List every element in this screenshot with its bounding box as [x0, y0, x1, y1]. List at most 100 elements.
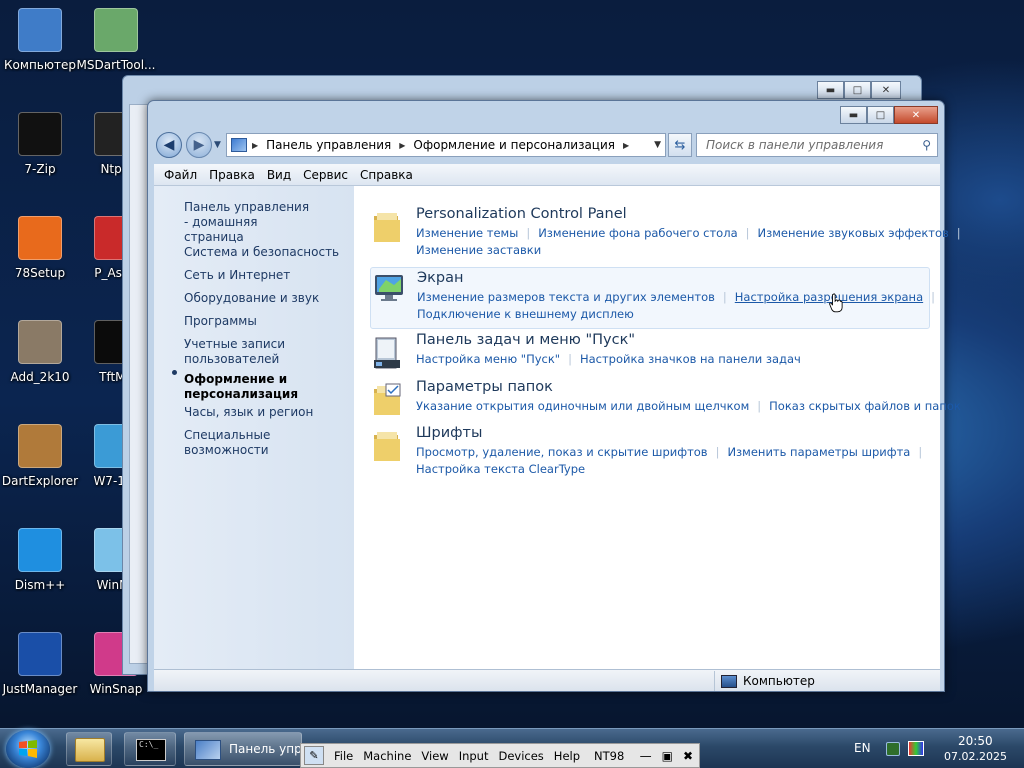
nav-network-internet[interactable]: Сеть и Интернет: [184, 268, 290, 283]
link-separator: |: [757, 399, 762, 413]
desktop-icon[interactable]: 78Setup: [0, 208, 80, 304]
link-customize-start-menu[interactable]: Настройка меню "Пуск": [416, 352, 560, 366]
link-single-double-click[interactable]: Указание открытия одиночным или двойным …: [416, 399, 749, 413]
category-links: Указание открытия одиночным или двойным …: [416, 399, 961, 413]
nav-user-accounts[interactable]: Учетные записи пользователей: [184, 337, 294, 367]
link-separator: |: [956, 226, 961, 240]
breadcrumb-appearance[interactable]: Оформление и персонализация: [413, 138, 615, 152]
link-change-sounds[interactable]: Изменение звуковых эффектов: [758, 226, 949, 240]
nav-programs[interactable]: Программы: [184, 314, 257, 329]
refresh-button[interactable]: ⇆: [668, 133, 692, 157]
breadcrumb-control-panel[interactable]: Панель управления: [266, 138, 391, 152]
address-bar[interactable]: ▶ Панель управления ▶ Оформление и персо…: [226, 133, 666, 157]
desktop-icon[interactable]: Dism++: [0, 520, 80, 616]
display-tray-icon[interactable]: [908, 741, 924, 756]
link-show-hidden-files[interactable]: Показ скрытых файлов и папок: [769, 399, 961, 413]
nav-ease-of-access[interactable]: Специальные возможности: [184, 428, 354, 458]
desktop: Компьютер MSDartTool... 7-Zip Ntpw 78Setup P_…: [0, 0, 1024, 728]
category-title[interactable]: Шрифты: [416, 425, 482, 441]
clock-date[interactable]: 07.02.2025: [944, 750, 1007, 763]
forward-button[interactable]: ▶: [186, 132, 212, 158]
link-preview-fonts[interactable]: Просмотр, удаление, показ и скрытие шриф…: [416, 445, 708, 459]
search-placeholder: Поиск в панели управления: [706, 138, 884, 152]
taskbar-control-panel-button[interactable]: Панель упра: [184, 732, 302, 766]
hand-cursor-icon: [829, 293, 843, 313]
link-separator: |: [722, 290, 727, 304]
menu-help[interactable]: Справка: [354, 168, 419, 182]
breadcrumb-separator-icon: ▶: [252, 140, 259, 150]
link-customize-taskbar-icons[interactable]: Настройка значков на панели задач: [580, 352, 801, 366]
taskbar-cmd-button[interactable]: C:\_: [124, 732, 176, 766]
vm-menu-file[interactable]: File: [334, 749, 353, 763]
category-title[interactable]: Параметры папок: [416, 379, 553, 395]
vm-menu-input[interactable]: Input: [459, 749, 489, 763]
menu-edit[interactable]: Правка: [203, 168, 261, 182]
nav-hardware-sound[interactable]: Оборудование и звук: [184, 291, 319, 306]
pin-icon[interactable]: ✎: [304, 746, 324, 765]
address-dropdown-icon[interactable]: ▼: [654, 140, 661, 150]
computer-icon: [721, 674, 737, 688]
cmd-icon: C:\_: [136, 739, 166, 761]
taskbar-explorer-button[interactable]: [66, 732, 112, 766]
vm-name: NT98: [594, 748, 625, 763]
link-change-background[interactable]: Изменение фона рабочего стола: [538, 226, 737, 240]
clock-time[interactable]: 20:50: [958, 734, 993, 748]
category-title[interactable]: Экран: [417, 270, 463, 286]
desktop-icon-label: MSDartTool...: [76, 58, 156, 72]
desktop-icon[interactable]: Add_2k10: [0, 312, 80, 408]
address-toolbar: ◀ ▶ ▼ ▶ Панель управления ▶ Оформление и…: [154, 128, 938, 162]
vm-menu-help[interactable]: Help: [554, 749, 580, 763]
link-change-screensaver[interactable]: Изменение заставки: [416, 243, 541, 257]
desktop-icon[interactable]: JustManager: [0, 624, 80, 720]
vm-menu-view[interactable]: View: [421, 749, 448, 763]
minimize-icon[interactable]: ▬: [817, 81, 844, 99]
category-title[interactable]: Personalization Control Panel: [416, 206, 627, 222]
background-window-controls: ▬ □ ✕: [817, 81, 901, 99]
category-links: Настройка текста ClearType: [416, 462, 585, 476]
menu-tools[interactable]: Сервис: [297, 168, 354, 182]
link-separator: |: [526, 226, 531, 240]
vm-menu-devices[interactable]: Devices: [498, 749, 543, 763]
vm-menu-machine[interactable]: Machine: [363, 749, 411, 763]
vm-minimize-icon[interactable]: —: [640, 749, 652, 763]
desktop-icon[interactable]: DartExplorer: [0, 416, 80, 512]
search-icon[interactable]: ⚲: [922, 134, 931, 156]
link-change-theme[interactable]: Изменение темы: [416, 226, 518, 240]
refresh-icon: ⇆: [674, 137, 686, 153]
desktop-icon[interactable]: 7-Zip: [0, 104, 80, 200]
maximize-icon[interactable]: □: [844, 81, 871, 99]
link-separator: |: [931, 290, 936, 304]
close-icon[interactable]: ✕: [871, 81, 901, 99]
nav-clock-language-region[interactable]: Часы, язык и регион: [184, 405, 313, 420]
link-connect-external-display[interactable]: Подключение к внешнему дисплею: [417, 307, 634, 321]
link-separator: |: [568, 352, 572, 366]
link-separator: |: [715, 445, 720, 459]
network-icon[interactable]: [886, 742, 900, 756]
msdart-icon: [94, 8, 138, 52]
fonts-folder-icon: [374, 432, 400, 461]
close-button[interactable]: ✕: [894, 106, 938, 124]
maximize-button[interactable]: □: [867, 106, 894, 124]
back-button[interactable]: ◀: [156, 132, 182, 158]
nav-appearance-personalization[interactable]: Оформление и персонализация: [184, 372, 314, 402]
link-font-settings[interactable]: Изменить параметры шрифта: [727, 445, 910, 459]
back-arrow-icon: ◀: [163, 137, 175, 153]
nav-system-security[interactable]: Система и безопасность: [184, 245, 339, 260]
search-input[interactable]: Поиск в панели управления ⚲: [696, 133, 938, 157]
active-bullet-icon: [172, 370, 177, 375]
nav-control-panel-home[interactable]: Панель управления - домашняя страница: [184, 200, 314, 245]
link-cleartype[interactable]: Настройка текста ClearType: [416, 462, 585, 476]
start-button[interactable]: [6, 730, 50, 768]
link-change-text-size[interactable]: Изменение размеров текста и других элеме…: [417, 290, 715, 304]
category-display: Экран Изменение размеров текста и других…: [370, 267, 935, 329]
menu-view[interactable]: Вид: [261, 168, 297, 182]
menu-file[interactable]: Файл: [158, 168, 203, 182]
language-indicator[interactable]: EN: [854, 741, 871, 755]
category-title[interactable]: Панель задач и меню "Пуск": [416, 332, 635, 348]
desktop-icon[interactable]: Компьютер: [0, 0, 80, 96]
control-panel-icon: [231, 138, 247, 152]
minimize-button[interactable]: ▬: [840, 106, 867, 124]
recent-pages-dropdown-icon[interactable]: ▼: [214, 140, 221, 150]
vm-close-icon[interactable]: ✖: [683, 749, 693, 763]
vm-restore-icon[interactable]: ▣: [662, 749, 673, 763]
